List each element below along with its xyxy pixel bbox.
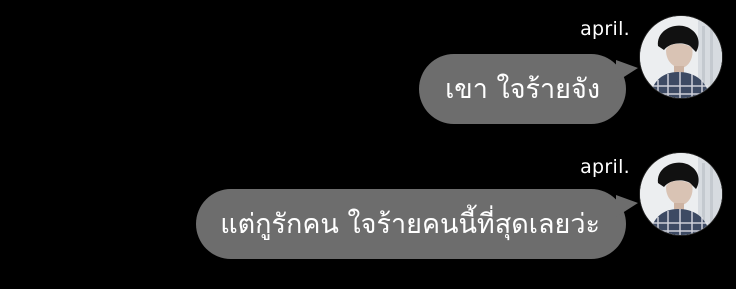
avatar-photo-icon [640, 153, 722, 235]
avatar-photo-icon [640, 16, 722, 98]
message-bubble[interactable]: เขา ใจร้ายจัง [419, 54, 638, 124]
avatar[interactable] [640, 153, 722, 235]
sender-name: april. [580, 18, 630, 40]
message-bubble[interactable]: แต่กูรักคน ใจร้ายคนนี้ที่สุดเลยว่ะ [196, 189, 638, 259]
bubble-tail [616, 60, 638, 82]
chat-thread: april. เขา ใจร้ายจัง april. แต่กูรักคน ใ… [0, 0, 736, 289]
message-row: april. [0, 140, 736, 289]
message-bubble-wrapper: แต่กูรักคน ใจร้ายคนนี้ที่สุดเลยว่ะ [196, 189, 638, 259]
sender-name: april. [580, 156, 630, 178]
message-row: april. [0, 0, 736, 140]
message-text: แต่กูรักคน ใจร้ายคนนี้ที่สุดเลยว่ะ [220, 208, 600, 240]
bubble-tail [616, 195, 638, 217]
message-text: เขา ใจร้ายจัง [445, 73, 600, 105]
avatar[interactable] [640, 16, 722, 98]
message-bubble-wrapper: เขา ใจร้ายจัง [419, 54, 638, 124]
